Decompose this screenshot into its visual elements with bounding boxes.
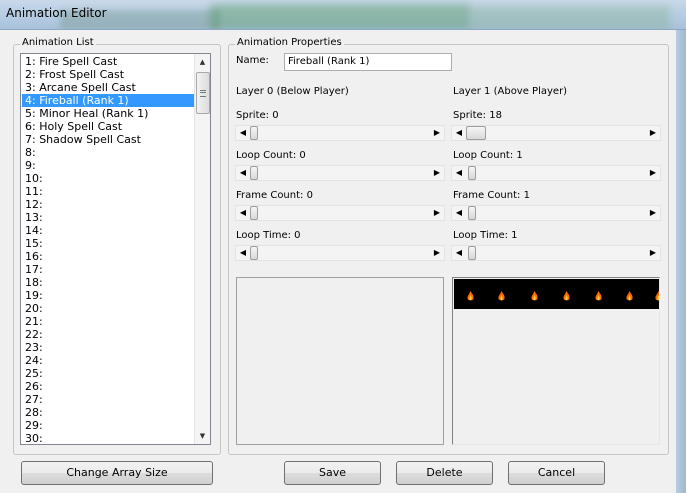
layer1-loop-count-scrollbar[interactable]: ◀ ▶	[451, 165, 661, 181]
list-item[interactable]: 30:	[22, 432, 195, 444]
list-item[interactable]: 22:	[22, 328, 195, 341]
cancel-button[interactable]: Cancel	[508, 461, 605, 485]
layer0-loop-time-scrollbar[interactable]: ◀ ▶	[235, 245, 445, 261]
list-item[interactable]: 5: Minor Heal (Rank 1)	[22, 107, 195, 120]
scroll-right-icon[interactable]: ▶	[430, 166, 444, 180]
list-vertical-scrollbar[interactable]: ▲ ▼	[194, 54, 210, 444]
list-item[interactable]: 27:	[22, 393, 195, 406]
layer0-sprite-scrollbar[interactable]: ◀ ▶	[235, 125, 445, 141]
list-item[interactable]: 28:	[22, 406, 195, 419]
name-field[interactable]: Fireball (Rank 1)	[284, 53, 452, 71]
list-item[interactable]: 25:	[22, 367, 195, 380]
list-item[interactable]: 6: Holy Spell Cast	[22, 120, 195, 133]
animation-list-legend: Animation List	[20, 37, 96, 48]
layer0-sprite-thumb[interactable]	[250, 126, 258, 140]
animation-listbox[interactable]: 1: Fire Spell Cast 2: Frost Spell Cast 3: …	[20, 53, 211, 445]
animation-list-items: 1: Fire Spell Cast 2: Frost Spell Cast 3: …	[22, 55, 195, 444]
layer0-sprite-label: Sprite: 0	[236, 110, 279, 121]
layer1-frame-count-scrollbar[interactable]: ◀ ▶	[451, 205, 661, 221]
list-item[interactable]: 9:	[22, 159, 195, 172]
scroll-left-icon[interactable]: ◀	[236, 206, 250, 220]
layer0-frame-count-scrollbar[interactable]: ◀ ▶	[235, 205, 445, 221]
scroll-left-icon[interactable]: ◀	[236, 246, 250, 260]
list-item[interactable]: 23:	[22, 341, 195, 354]
fire-icon	[655, 291, 659, 301]
list-item[interactable]: 13:	[22, 211, 195, 224]
layer0-preview	[236, 277, 444, 445]
list-item[interactable]: 17:	[22, 263, 195, 276]
scroll-right-icon[interactable]: ▶	[430, 126, 444, 140]
window-title: Animation Editor	[6, 6, 107, 20]
fire-icon	[595, 291, 602, 301]
list-item[interactable]: 19:	[22, 289, 195, 302]
title-bar: Animation Editor	[0, 0, 686, 30]
delete-button[interactable]: Delete	[396, 461, 493, 485]
list-item[interactable]: 10:	[22, 172, 195, 185]
scroll-up-icon[interactable]: ▲	[195, 54, 210, 70]
fire-icon	[563, 291, 570, 301]
list-item[interactable]: 4: Fireball (Rank 1)	[22, 94, 195, 107]
layer1-loop-time-scrollbar[interactable]: ◀ ▶	[451, 245, 661, 261]
list-item[interactable]: 26:	[22, 380, 195, 393]
layer1-sprite-label: Sprite: 18	[453, 110, 502, 121]
name-label: Name:	[236, 55, 269, 66]
list-item[interactable]: 2: Frost Spell Cast	[22, 68, 195, 81]
layer1-loop-time-thumb[interactable]	[468, 246, 476, 260]
fire-icon	[531, 291, 538, 301]
save-button[interactable]: Save	[284, 461, 381, 485]
fire-icon	[626, 291, 633, 301]
layer0-loop-count-scrollbar[interactable]: ◀ ▶	[235, 165, 445, 181]
scroll-down-icon[interactable]: ▼	[195, 428, 210, 444]
list-item[interactable]: 18:	[22, 276, 195, 289]
scroll-right-icon[interactable]: ▶	[646, 166, 660, 180]
list-item[interactable]: 15:	[22, 237, 195, 250]
layer0-loop-count-thumb[interactable]	[250, 166, 258, 180]
scroll-left-icon[interactable]: ◀	[236, 166, 250, 180]
list-item[interactable]: 8:	[22, 146, 195, 159]
scroll-right-icon[interactable]: ▶	[646, 246, 660, 260]
layer1-title: Layer 1 (Above Player)	[453, 86, 568, 97]
fire-icon	[467, 291, 474, 301]
layer0-frame-count-thumb[interactable]	[250, 206, 258, 220]
scroll-right-icon[interactable]: ▶	[430, 246, 444, 260]
layer1-loop-time-label: Loop Time: 1	[453, 230, 518, 241]
scroll-left-icon[interactable]: ◀	[452, 126, 466, 140]
list-item[interactable]: 1: Fire Spell Cast	[22, 55, 195, 68]
layer0-loop-time-label: Loop Time: 0	[236, 230, 301, 241]
sprite-strip	[454, 279, 659, 309]
layer1-loop-count-thumb[interactable]	[468, 166, 476, 180]
list-item[interactable]: 29:	[22, 419, 195, 432]
list-item[interactable]: 14:	[22, 224, 195, 237]
scroll-right-icon[interactable]: ▶	[430, 206, 444, 220]
change-array-size-button[interactable]: Change Array Size	[21, 461, 213, 485]
animation-properties-legend: Animation Properties	[235, 37, 344, 48]
scroll-left-icon[interactable]: ◀	[452, 246, 466, 260]
scroll-left-icon[interactable]: ◀	[452, 206, 466, 220]
list-item[interactable]: 11:	[22, 185, 195, 198]
layer1-preview	[452, 277, 660, 445]
scroll-left-icon[interactable]: ◀	[236, 126, 250, 140]
fire-icon	[498, 291, 505, 301]
layer0-loop-count-label: Loop Count: 0	[236, 150, 306, 161]
list-item[interactable]: 20:	[22, 302, 195, 315]
layer0-title: Layer 0 (Below Player)	[236, 86, 349, 97]
scroll-right-icon[interactable]: ▶	[646, 206, 660, 220]
list-scroll-thumb[interactable]	[196, 72, 210, 114]
layer1-sprite-thumb[interactable]	[466, 126, 486, 140]
window-frame-right	[676, 30, 686, 493]
list-item[interactable]: 21:	[22, 315, 195, 328]
layer1-frame-count-thumb[interactable]	[468, 206, 476, 220]
list-item[interactable]: 7: Shadow Spell Cast	[22, 133, 195, 146]
list-item[interactable]: 24:	[22, 354, 195, 367]
list-item[interactable]: 12:	[22, 198, 195, 211]
layer1-sprite-scrollbar[interactable]: ◀ ▶	[451, 125, 661, 141]
scroll-right-icon[interactable]: ▶	[646, 126, 660, 140]
layer1-frame-count-label: Frame Count: 1	[453, 190, 530, 201]
layer1-loop-count-label: Loop Count: 1	[453, 150, 523, 161]
list-item[interactable]: 3: Arcane Spell Cast	[22, 81, 195, 94]
scroll-left-icon[interactable]: ◀	[452, 166, 466, 180]
layer0-loop-time-thumb[interactable]	[250, 246, 258, 260]
list-item[interactable]: 16:	[22, 250, 195, 263]
layer0-frame-count-label: Frame Count: 0	[236, 190, 313, 201]
